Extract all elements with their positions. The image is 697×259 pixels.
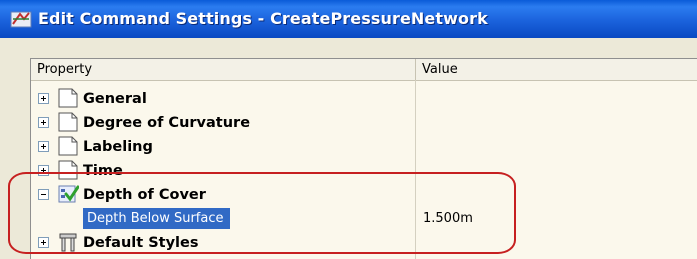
edit-command-settings-window: Edit Command Settings - CreatePressureNe…: [0, 0, 697, 259]
page-icon: [58, 88, 78, 108]
window-title: Edit Command Settings - CreatePressureNe…: [38, 9, 488, 28]
tree-row-time[interactable]: Time: [31, 159, 697, 183]
selected-property-label[interactable]: Depth Below Surface: [83, 208, 230, 229]
tree-label: General: [83, 91, 147, 107]
tree-label: Default Styles: [83, 235, 199, 251]
tree-row-degree-of-curvature[interactable]: Degree of Curvature: [31, 111, 697, 135]
property-grid: Property Value General Degree of Curvatu…: [30, 58, 697, 259]
column-header-property[interactable]: Property: [31, 59, 415, 80]
pipe-style-icon: [59, 233, 77, 252]
expand-plus-icon[interactable]: [38, 93, 49, 104]
tree-label: Time: [83, 163, 123, 179]
tree-row-depth-below-surface[interactable]: Depth Below Surface 1.500m: [31, 207, 697, 231]
expand-plus-icon[interactable]: [38, 117, 49, 128]
tree-label: Labeling: [83, 139, 153, 155]
expand-plus-icon[interactable]: [38, 237, 49, 248]
checked-settings-icon: [58, 185, 79, 203]
column-header-value[interactable]: Value: [416, 59, 697, 80]
tree-row-labeling[interactable]: Labeling: [31, 135, 697, 159]
app-icon: [10, 11, 32, 28]
expand-plus-icon[interactable]: [38, 141, 49, 152]
tree-row-default-styles[interactable]: Default Styles: [31, 231, 697, 255]
tree-label: Depth of Cover: [83, 187, 206, 203]
tree-row-depth-of-cover[interactable]: Depth of Cover: [31, 183, 697, 207]
page-icon: [58, 160, 78, 180]
property-value[interactable]: 1.500m: [423, 207, 473, 231]
tree-row-general[interactable]: General: [31, 87, 697, 111]
page-icon: [58, 136, 78, 156]
grid-header: Property Value: [31, 59, 697, 81]
page-icon: [58, 112, 78, 132]
tree-label: Degree of Curvature: [83, 115, 251, 131]
title-bar[interactable]: Edit Command Settings - CreatePressureNe…: [0, 0, 697, 38]
expand-plus-icon[interactable]: [38, 165, 49, 176]
collapse-minus-icon[interactable]: [38, 189, 49, 200]
